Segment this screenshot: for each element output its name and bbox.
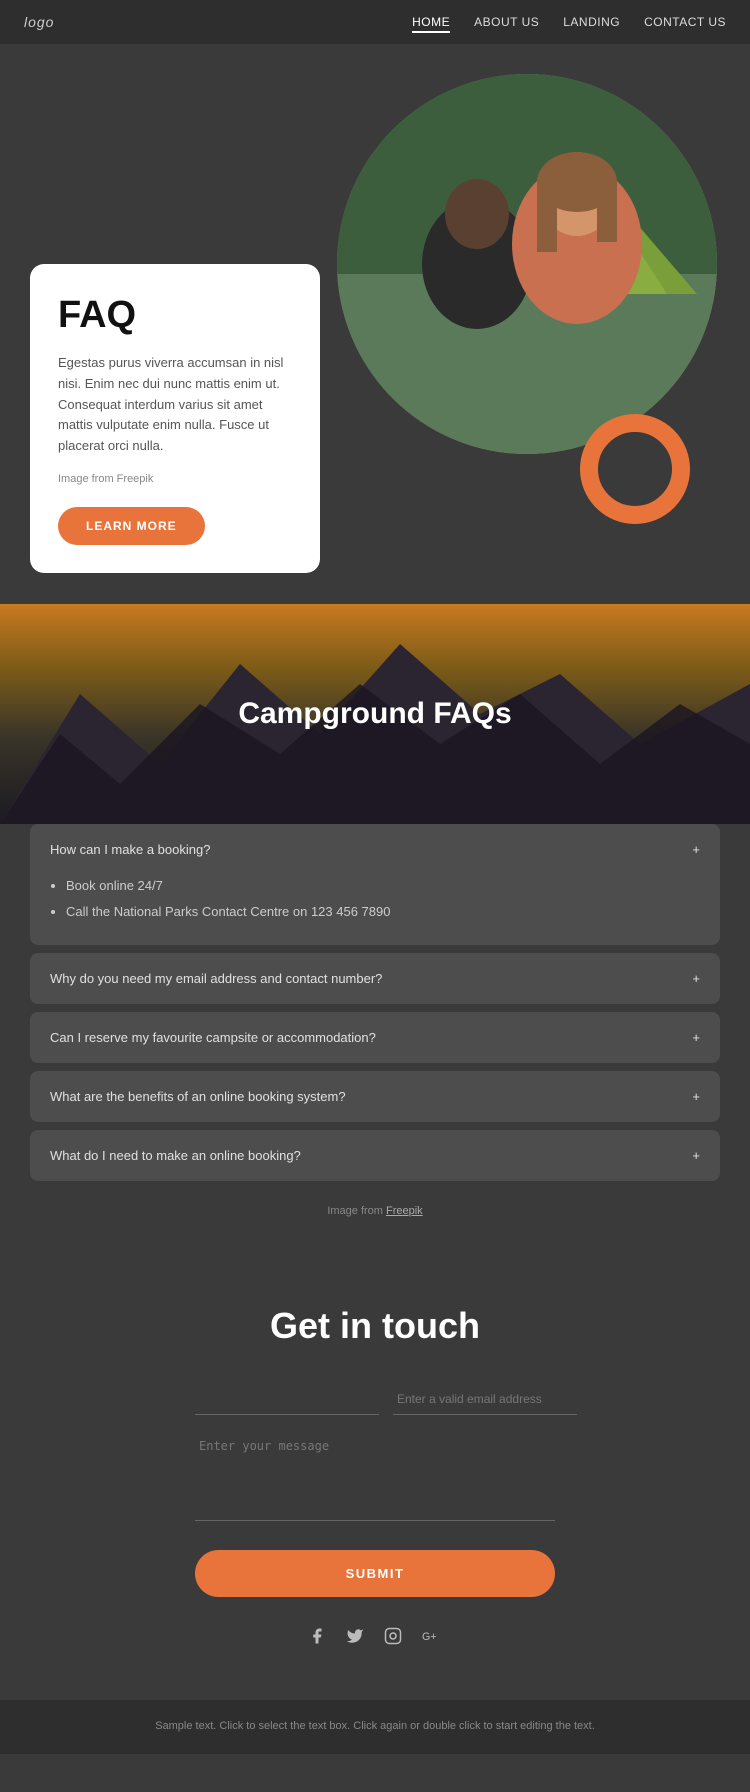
email-input[interactable]	[393, 1383, 577, 1415]
faq-card: FAQ Egestas purus viverra accumsan in ni…	[30, 264, 320, 573]
submit-button[interactable]: SUBMIT	[195, 1550, 555, 1597]
booking-option-2: Call the National Parks Contact Centre o…	[66, 901, 700, 923]
name-input[interactable]	[195, 1383, 379, 1415]
campground-section: Campground FAQs How can I make a booking…	[0, 604, 750, 1255]
nav-links: HOME ABOUT US LANDING CONTACT US	[412, 13, 726, 31]
message-textarea[interactable]	[195, 1431, 555, 1521]
camping-photo	[337, 74, 717, 454]
footer-text: Sample text. Click to select the text bo…	[20, 1718, 730, 1736]
contact-title: Get in touch	[30, 1305, 720, 1347]
campground-title: Campground FAQs	[238, 697, 511, 731]
instagram-icon[interactable]	[384, 1627, 402, 1650]
social-icons: G+	[30, 1627, 720, 1650]
accordion-item: How can I make a booking? + Book online …	[30, 824, 720, 945]
logo: logo	[24, 14, 54, 30]
booking-option-1: Book online 24/7	[66, 875, 700, 897]
nav-contact[interactable]: CONTACT US	[644, 15, 726, 31]
hero-circle-image	[337, 74, 717, 454]
faq-body-text: Egestas purus viverra accumsan in nisl n…	[58, 353, 292, 457]
hero-image-credit: Image from Freepik	[58, 471, 292, 489]
accordion-item: Can I reserve my favourite campsite or a…	[30, 1012, 720, 1063]
contact-section: Get in touch SUBMIT G+	[0, 1255, 750, 1700]
accordion-plus-icon-2: +	[692, 971, 700, 986]
svg-text:G+: G+	[422, 1631, 437, 1643]
accordion-question-5: What do I need to make an online booking…	[50, 1148, 301, 1163]
accordion-plus-icon-5: +	[692, 1148, 700, 1163]
accordion-content-1: Book online 24/7 Call the National Parks…	[30, 875, 720, 945]
nav-home[interactable]: HOME	[412, 15, 450, 33]
contact-form: SUBMIT	[195, 1383, 555, 1627]
accordion-header-3[interactable]: Can I reserve my favourite campsite or a…	[30, 1012, 720, 1063]
campground-banner: Campground FAQs	[0, 604, 750, 824]
nav-about[interactable]: ABOUT US	[474, 15, 539, 31]
freepik-link[interactable]: Freepik	[386, 1205, 423, 1217]
accordion-question-2: Why do you need my email address and con…	[50, 971, 382, 986]
nav-landing[interactable]: LANDING	[563, 15, 620, 31]
learn-more-button[interactable]: LEARN MORE	[58, 507, 205, 545]
accordion-header-2[interactable]: Why do you need my email address and con…	[30, 953, 720, 1004]
accordion-header-1[interactable]: How can I make a booking? +	[30, 824, 720, 875]
accordion-question-3: Can I reserve my favourite campsite or a…	[50, 1030, 376, 1045]
facebook-icon[interactable]	[308, 1627, 326, 1650]
accordion-header-4[interactable]: What are the benefits of an online booki…	[30, 1071, 720, 1122]
accordion-item: Why do you need my email address and con…	[30, 953, 720, 1004]
campground-image-credit: Image from Freepik	[30, 1189, 720, 1225]
accordion-question-1: How can I make a booking?	[50, 842, 210, 857]
orange-ring-decoration	[580, 414, 690, 524]
accordion-plus-icon-4: +	[692, 1089, 700, 1104]
accordion-header-5[interactable]: What do I need to make an online booking…	[30, 1130, 720, 1181]
accordion-item: What are the benefits of an online booki…	[30, 1071, 720, 1122]
twitter-icon[interactable]	[346, 1627, 364, 1650]
navbar: logo HOME ABOUT US LANDING CONTACT US	[0, 0, 750, 44]
accordion-question-4: What are the benefits of an online booki…	[50, 1089, 346, 1104]
form-row-top	[195, 1383, 555, 1415]
hero-section: FAQ Egestas purus viverra accumsan in ni…	[0, 44, 750, 604]
accordion-item: What do I need to make an online booking…	[30, 1130, 720, 1181]
googleplus-icon[interactable]: G+	[422, 1627, 442, 1650]
accordion-plus-icon-3: +	[692, 1030, 700, 1045]
faq-heading: FAQ	[58, 294, 292, 337]
footer: Sample text. Click to select the text bo…	[0, 1700, 750, 1754]
faq-accordions: How can I make a booking? + Book online …	[0, 824, 750, 1255]
accordion-plus-icon-1: +	[692, 842, 700, 857]
